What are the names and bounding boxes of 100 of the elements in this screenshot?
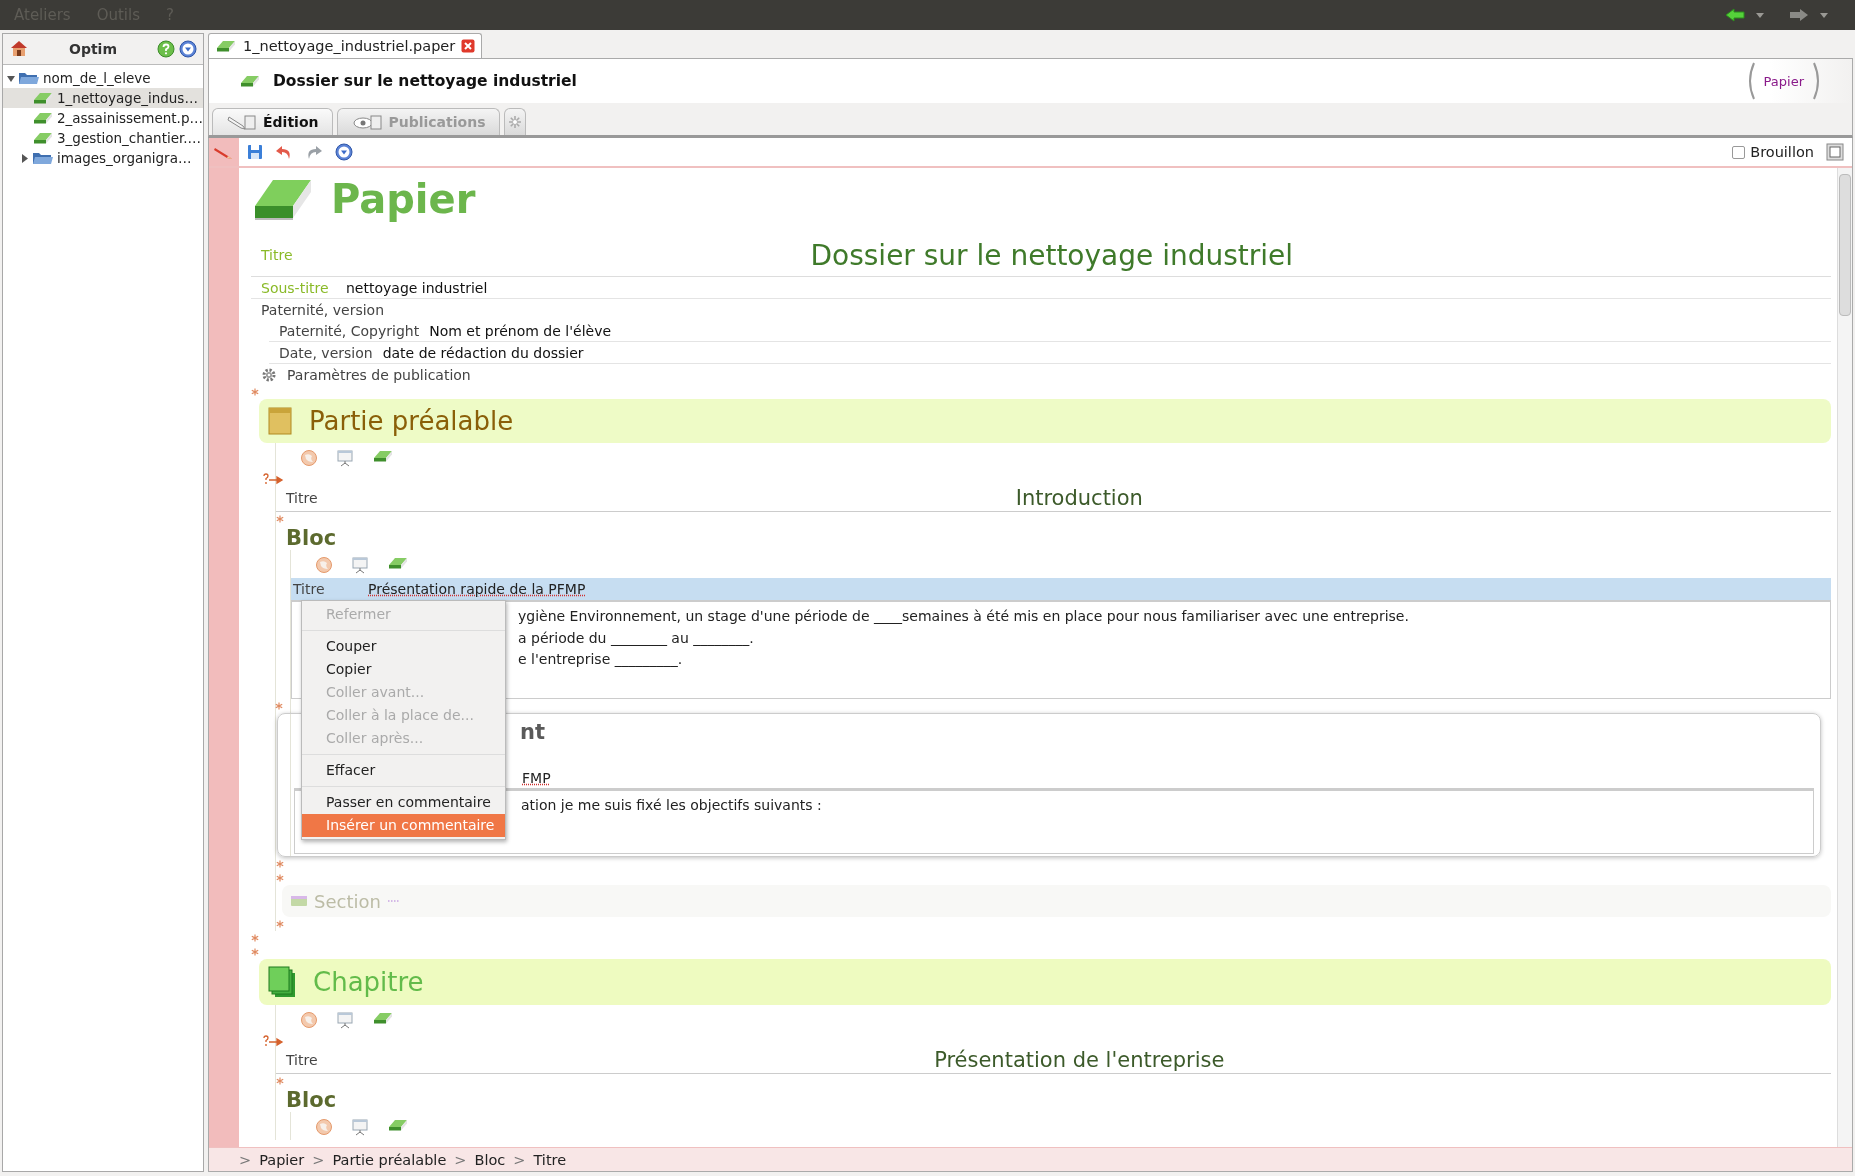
breadcrumb-item[interactable]: Bloc [474,1151,506,1168]
book-icon[interactable] [372,1011,394,1025]
breadcrumb-separator: > [312,1151,325,1168]
asterisk-icon[interactable] [251,388,259,396]
menu-item[interactable]: Effacer [302,759,505,782]
back-arrow-icon[interactable] [1725,8,1745,22]
text-field[interactable]: Nom et prénom de l'élève [429,322,612,339]
type-label: Papier [1763,73,1804,89]
document-icon [267,965,297,999]
asterisk-icon[interactable] [251,934,259,942]
bloc-heading: nt [520,720,545,744]
breadcrumb-item[interactable]: Partie préalable [332,1151,447,1168]
group-label: Paternité, version [261,301,385,318]
breadcrumb-item[interactable]: Papier [259,1151,305,1168]
section-icon [290,895,308,907]
undo-icon[interactable] [275,144,293,160]
globe-icon[interactable] [300,449,318,467]
asterisk-icon[interactable] [276,515,284,523]
dropdown-icon[interactable] [1819,11,1829,19]
document-tab[interactable]: 1_nettoyage_industriel.paper [208,33,483,58]
hint-arrow-icon[interactable] [262,473,284,485]
book-icon[interactable] [372,449,394,463]
tree-item[interactable]: 1_nettoyage_indus… [3,88,203,108]
menu-item[interactable]: Couper [302,635,505,658]
asterisk-icon[interactable] [276,874,284,882]
breadcrumb-separator: > [239,1151,252,1168]
heading-field[interactable]: Introduction [327,486,1831,510]
dropdown-icon[interactable] [335,143,353,161]
book-icon [215,39,237,53]
maximize-icon[interactable] [1826,143,1844,161]
field-label: Titre [286,1052,318,1068]
book-icon [32,131,54,145]
asterisk-icon[interactable] [251,948,259,956]
bloc-label: Bloc [285,1088,338,1112]
scrollbar-thumb[interactable] [1839,174,1851,316]
bloc-title-row[interactable]: Titre Présentation rapide de la PFMP [291,578,1831,600]
dropdown-icon[interactable] [179,40,197,58]
screen-icon[interactable] [351,1118,369,1136]
dropdown-icon[interactable] [1755,11,1765,19]
part-title[interactable]: Partie préalable [309,406,514,436]
hint-arrow-icon[interactable] [262,1035,284,1047]
draft-checkbox[interactable]: Brouillon [1732,144,1814,160]
title-field[interactable]: FMP [522,770,551,786]
book-icon [32,91,54,105]
menu-item[interactable]: Copier [302,658,505,681]
text-line: ygiène Environnement, un stage d'une période de ____semaines à été mis en place pour nous familiariser avec une entreprise. [518,607,1410,626]
tree-item[interactable]: 3_gestion_chantier.… [3,128,203,148]
screen-icon[interactable] [351,556,369,574]
add-tab[interactable] [504,108,527,135]
settings-icon[interactable] [261,366,277,383]
text-line: e l'entreprise _________. [518,650,684,669]
breadcrumb-separator: > [454,1151,467,1168]
folder-icon [32,151,54,165]
forward-arrow-icon[interactable] [1789,8,1809,22]
globe-icon[interactable] [315,1118,333,1136]
screen-icon[interactable] [336,1011,354,1029]
text-field[interactable]: date de rédaction du dossier [382,344,584,361]
expand-icon[interactable] [7,73,15,83]
book-icon[interactable] [387,556,409,570]
title-field[interactable]: Dossier sur le nettoyage industriel [302,238,1831,272]
publication-settings[interactable]: Paramètres de publication [287,366,471,383]
pencil-icon [227,113,257,131]
field-label: Titre [261,247,293,263]
asterisk-icon[interactable] [276,1077,284,1085]
asterisk-icon[interactable] [276,860,284,868]
document-type: Papier [331,176,476,222]
expand-icon[interactable] [21,153,29,163]
document-title: Dossier sur le nettoyage industriel [273,72,577,90]
field-label: Titre [286,490,318,506]
globe-icon[interactable] [300,1011,318,1029]
eye-icon [352,113,383,131]
breadcrumb-item[interactable]: Titre [533,1151,567,1168]
text-line: ation je me suis fixé les objectifs suivants : [521,796,823,815]
redo-icon[interactable] [305,144,323,160]
field-label: Date, version [279,344,373,361]
tree-item[interactable]: images_organigra… [3,148,203,168]
bloc-label: Bloc [285,526,338,550]
sidebar-title: Optim [68,41,118,57]
field-label: Paternité, Copyright [279,322,420,339]
book-icon [31,111,54,125]
asterisk-icon[interactable] [276,920,284,928]
save-icon[interactable] [247,144,263,160]
asterisk-icon[interactable] [275,702,283,710]
subtitle-field[interactable]: nettoyage industriel [346,279,488,296]
screen-icon[interactable] [336,449,354,467]
book-icon [239,74,261,88]
heading-field[interactable]: Présentation de l'entreprise [327,1048,1831,1072]
dots-icon [386,899,401,903]
globe-icon[interactable] [315,556,333,574]
book-icon[interactable] [387,1118,409,1132]
menu-item[interactable]: Passer en commentaire [302,791,505,814]
field-label: Sous-titre [261,279,330,296]
tree-item[interactable]: nom_de_l_eleve [3,68,203,88]
view-tab[interactable]: Édition [212,108,334,135]
document-icon [267,406,293,436]
close-icon[interactable] [461,39,476,53]
house-icon[interactable] [9,40,29,58]
help-icon[interactable] [157,40,175,58]
folder-icon [18,71,40,85]
tree-item[interactable]: 2_assainissement.p… [3,108,203,128]
